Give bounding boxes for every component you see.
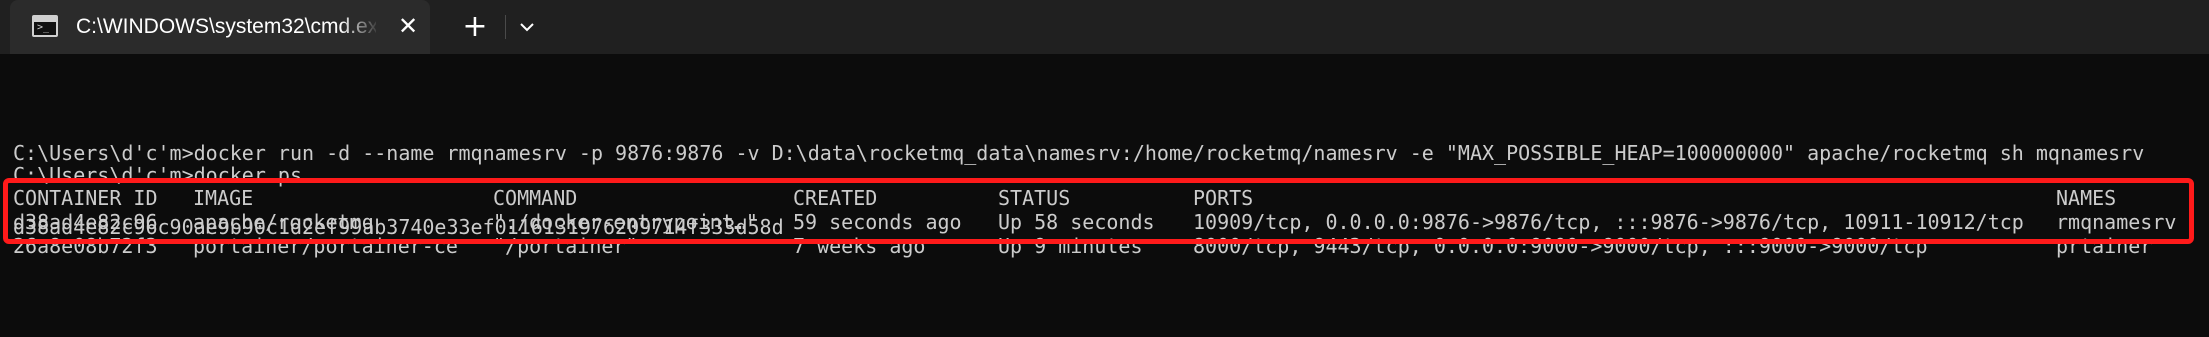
image-name: portainer/portainer-ce — [193, 234, 458, 258]
table-row: 26a8e08b72f3 portainer/portainer-ce "/po… — [13, 234, 2152, 258]
docker-ps-output: C:\Users\d'c'm>docker ps CONTAINER ID IM… — [13, 165, 2203, 278]
container-id: 26a8e08b72f3 — [13, 234, 158, 258]
title-bar: >_ C:\WINDOWS\system32\cmd.exe ✕ + — [0, 0, 2209, 54]
column-header: NAMES — [2056, 186, 2117, 210]
command: "./docker-entrypoint…" — [493, 210, 758, 234]
status: Up 58 seconds — [998, 210, 1155, 234]
image-name: apache/rocketmq — [193, 210, 374, 234]
container-id: d38ad4e82c96 — [13, 210, 158, 234]
terminal-line: C:\Users\d'c'm>docker ps — [13, 165, 302, 187]
column-header: COMMAND — [493, 186, 578, 210]
table-row: d38ad4e82c96 apache/rocketmq "./docker-e… — [13, 210, 2176, 234]
tab-title: C:\WINDOWS\system32\cmd.exe — [76, 15, 376, 38]
created: 7 weeks ago — [793, 234, 926, 258]
tab-cmd[interactable]: >_ C:\WINDOWS\system32\cmd.exe ✕ — [10, 0, 430, 54]
status: Up 9 minutes — [998, 234, 1143, 258]
container-name: prtainer — [2056, 234, 2153, 258]
table-header: CONTAINER ID IMAGE COMMAND CREATED STATU… — [13, 186, 2116, 210]
column-header: CONTAINER ID — [13, 186, 158, 210]
command: "/portainer" — [493, 234, 638, 258]
plus-icon[interactable]: + — [458, 10, 492, 44]
container-name: rmqnamesrv — [2056, 210, 2177, 234]
created: 59 seconds ago — [793, 210, 962, 234]
ports: 8000/tcp, 9443/tcp, 0.0.0.0:9000->9000/t… — [1193, 234, 1928, 258]
command-prompt: C:\Users\d'c'm>docker ps — [13, 165, 302, 187]
column-header: IMAGE — [193, 186, 254, 210]
divider — [505, 15, 506, 39]
column-header: PORTS — [1193, 186, 1254, 210]
close-icon[interactable]: ✕ — [393, 11, 423, 41]
column-header: STATUS — [998, 186, 1071, 210]
terminal-line: C:\Users\d'c'm>docker run -d --name rmqn… — [13, 141, 2145, 165]
chevron-down-icon[interactable] — [512, 12, 542, 42]
column-header: CREATED — [793, 186, 878, 210]
terminal-icon: >_ — [32, 15, 58, 37]
ports: 10909/tcp, 0.0.0.0:9876->9876/tcp, :::98… — [1193, 210, 2024, 234]
